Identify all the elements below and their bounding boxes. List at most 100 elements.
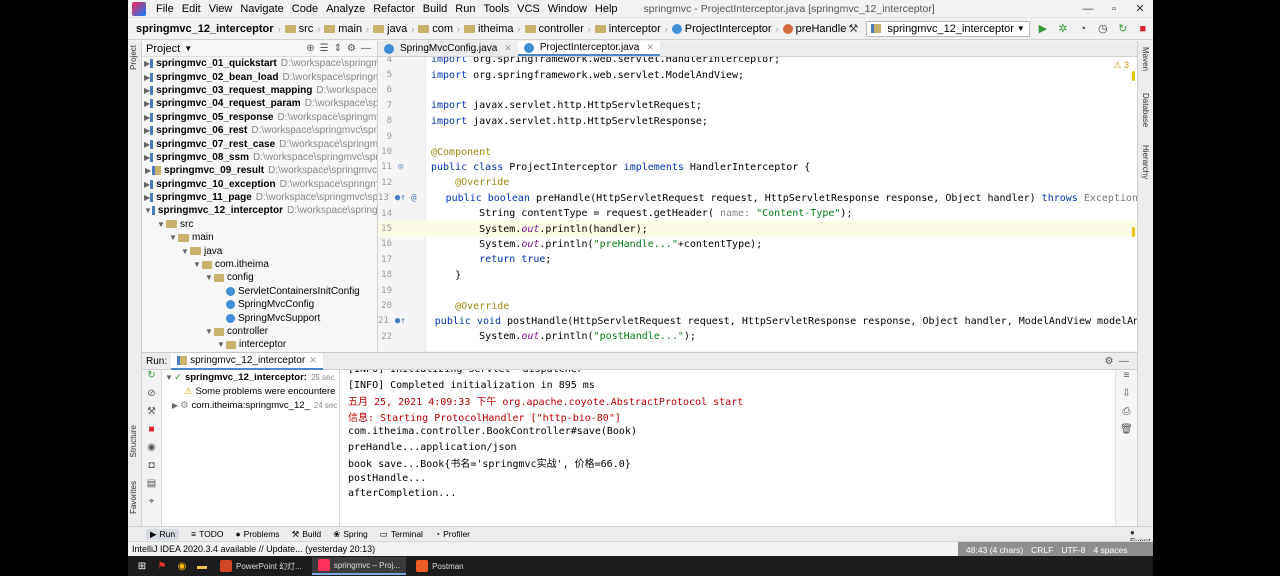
project-tool-tab[interactable]: Project [129,45,138,70]
restore-icon[interactable]: ▫ [1101,3,1127,15]
bottom-tab-build[interactable]: ⚒ Build [292,529,322,540]
menu-build[interactable]: Build [419,3,451,15]
gutter-marker-icon[interactable]: ●↑ @ [389,193,417,203]
wrench-icon[interactable]: ⚒ [142,406,161,424]
run-tab[interactable]: springmvc_12_interceptor ✕ [171,352,323,370]
menu-vcs[interactable]: VCS [513,3,544,15]
coverage-icon[interactable]: ◔ [1076,23,1090,35]
bottom-tab-problems[interactable]: ● Problems [236,529,280,539]
hammer-icon[interactable]: ⚒ [846,22,860,35]
bottom-tab-todo[interactable]: ≡ TODO [191,529,223,539]
gutter-marker-icon[interactable]: ●↑ [389,316,406,326]
soft-wrap-icon[interactable]: ≡ [1116,370,1137,388]
tree-module-row[interactable]: ▶ springmvc_11_page D:\workspace\springmvc… [142,191,377,204]
pin-tab-icon[interactable]: ⌖ [142,496,161,514]
trash-icon[interactable]: 🗑 [1116,424,1137,442]
stop-icon[interactable]: ■ [142,424,161,442]
tree-node-row[interactable]: SpringMvcConfig [142,298,377,311]
rerun-icon[interactable]: ↻ [1116,22,1130,35]
breadcrumb-item[interactable]: java [373,23,407,35]
tree-module-row[interactable]: ▶ springmvc_02_bean_load D:\workspace\spri… [142,70,377,83]
breadcrumb-item[interactable]: itheima [464,23,514,35]
gutter-marker-icon[interactable]: ◎ [392,162,426,172]
chrome-icon[interactable]: ◉ [174,559,190,573]
run-config-select[interactable]: springmvc_12_interceptor ▼ [866,20,1030,37]
app-icon[interactable]: ⚑ [154,559,170,573]
bottom-tab-terminal[interactable]: ▭ Terminal [380,529,423,540]
tree-module-row[interactable]: ▶ springmvc_05_response D:\workspace\sprin… [142,111,377,124]
status-text[interactable]: IntelliJ IDEA 2020.3.4 available // Upda… [132,544,375,554]
bottom-tab-run[interactable]: ▶ Run [146,528,180,540]
run-tree-row[interactable]: ▶ ⚙ com.itheima:springmvc_12_ 24 sec [162,398,339,412]
menu-run[interactable]: Run [451,3,479,15]
tree-node-row[interactable]: ▼ src [142,218,377,231]
menu-navigate[interactable]: Navigate [236,3,287,15]
hide-icon[interactable]: — [361,43,371,54]
tree-module-row[interactable]: ▶ springmvc_07_rest_case D:\workspace\spri… [142,137,377,150]
hierarchy-tool-tab[interactable]: Hierarchy [1141,145,1150,179]
layout-icon[interactable]: ▤ [142,478,161,496]
chevron-down-icon[interactable]: ▼ [164,373,174,382]
database-tool-tab[interactable]: Database [1141,93,1150,127]
taskbar-app[interactable]: Postman [410,557,470,575]
code-editor[interactable]: 4 import org.springframework.web.servlet.… [378,57,1137,351]
project-view-select[interactable]: Project [146,43,180,55]
run-tree-row[interactable]: ⚠ Some problems were encountere [162,384,339,398]
debug-icon[interactable]: ✲ [1056,22,1070,35]
status-item[interactable]: 48:43 (4 chars) [966,545,1023,555]
editor-tab[interactable]: ProjectInterceptor.java ✕ [517,41,660,56]
chevron-right-icon[interactable]: ▶ [144,166,152,175]
chevron-down-icon[interactable]: ▼ [204,273,214,282]
chevron-down-icon[interactable]: ▼ [204,327,214,336]
menu-edit[interactable]: Edit [178,3,205,15]
chevron-down-icon[interactable]: ▼ [168,233,178,242]
tree-node-row[interactable]: ▼ com.itheima [142,258,377,271]
stop-icon[interactable]: ■ [1136,23,1150,35]
maven-tool-tab[interactable]: Maven [1141,47,1150,71]
tree-node-row[interactable]: ▼ main [142,231,377,244]
pin-icon[interactable]: ⊘ [142,388,161,406]
breadcrumb-item[interactable]: src [284,23,313,35]
error-stripe-mark[interactable] [1132,227,1135,237]
taskbar-app[interactable]: PowerPoint 幻灯... [214,557,308,575]
tree-module-row[interactable]: ▶ springmvc_10_exception D:\workspace\spri… [142,178,377,191]
menu-refactor[interactable]: Refactor [369,3,419,15]
run-icon[interactable]: ▶ [1036,22,1050,35]
menu-analyze[interactable]: Analyze [322,3,369,15]
rerun-icon[interactable]: ↻ [142,370,161,388]
breadcrumb-item[interactable]: interceptor [594,23,661,35]
tree-node-row[interactable]: ▼ interceptor [142,338,377,351]
chevron-down-icon[interactable]: ▼ [156,220,166,229]
collapse-all-icon[interactable]: ☰ [320,43,329,54]
breadcrumb-item[interactable]: controller [524,23,584,35]
tree-module-row[interactable]: ▼ springmvc_12_interceptor D:\workspace\sp… [142,204,377,217]
camera-icon[interactable]: ◘ [142,460,161,478]
tree-node-row[interactable]: ▼ config [142,271,377,284]
view-icon[interactable]: ◉ [142,442,161,460]
run-tree-row[interactable]: ▼ ✓ springmvc_12_interceptor: 25 sec [162,370,339,384]
menu-view[interactable]: View [205,3,237,15]
chevron-down-icon[interactable]: ▼ [184,44,192,53]
breadcrumb-item[interactable]: main [324,23,362,35]
status-item[interactable]: 4 spaces [1093,545,1127,555]
chevron-down-icon[interactable]: ▼ [216,340,226,349]
bottom-tab-spring[interactable]: ❀ Spring [333,529,368,540]
tree-node-row[interactable]: SpringMvcSupport [142,311,377,324]
close-icon[interactable]: ✕ [1127,2,1153,15]
console-output[interactable]: [INFO] Initializing Servlet 'dispatcher'… [340,370,1115,526]
close-tab-icon[interactable]: ✕ [309,355,317,366]
menu-code[interactable]: Code [288,3,322,15]
tree-module-row[interactable]: ▶ springmvc_03_request_mapping D:\workspac… [142,84,377,97]
folder-icon[interactable]: ▬ [194,559,210,573]
menu-tools[interactable]: Tools [479,3,513,15]
breadcrumb-item[interactable]: preHandle [782,23,846,35]
structure-tool-tab[interactable]: Structure [129,425,138,457]
scroll-end-icon[interactable]: ⇩ [1116,388,1137,406]
profile-icon[interactable]: ◷ [1096,22,1110,35]
gear-icon[interactable]: ⚙ [347,43,356,54]
menu-window[interactable]: Window [544,3,591,15]
chevron-down-icon[interactable]: ▼ [144,206,152,215]
chevron-right-icon[interactable]: ▶ [170,401,180,410]
print-icon[interactable]: ⎙ [1116,406,1137,424]
tree-module-row[interactable]: ▶ springmvc_08_ssm D:\workspace\springmvc\… [142,151,377,164]
